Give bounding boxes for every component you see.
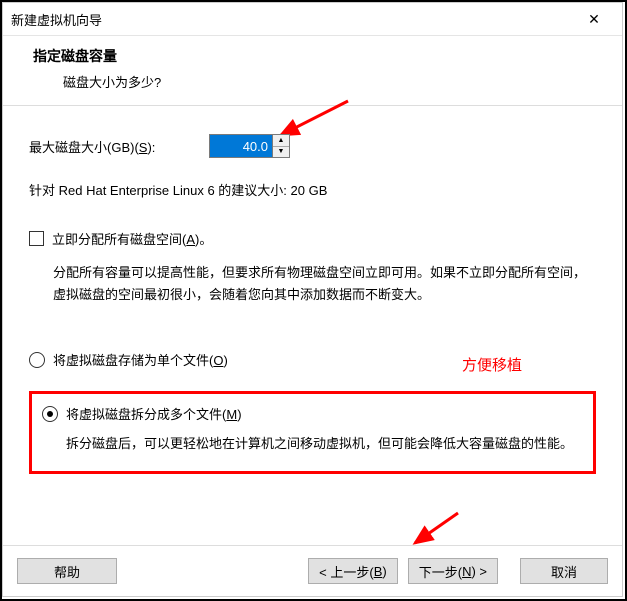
allocate-now-row: 立即分配所有磁盘空间(A)。 <box>29 229 596 248</box>
split-file-radio[interactable] <box>42 406 58 422</box>
button-bar: 帮助 < 上一步(B) 下一步(N) > 取消 <box>3 545 622 596</box>
close-icon: ✕ <box>588 11 600 28</box>
single-file-radio[interactable] <box>29 352 45 368</box>
window-title: 新建虚拟机向导 <box>11 10 102 29</box>
spinner-up-icon[interactable]: ▲ <box>273 135 289 147</box>
annotation-highlight-box: 将虚拟磁盘拆分成多个文件(M) 拆分磁盘后，可以更轻松地在计算机之间移动虚拟机，… <box>29 391 596 474</box>
back-button[interactable]: < 上一步(B) <box>308 558 398 584</box>
split-file-description: 拆分磁盘后，可以更轻松地在计算机之间移动虚拟机，但可能会降低大容量磁盘的性能。 <box>66 433 579 455</box>
wizard-window: 新建虚拟机向导 ✕ 指定磁盘容量 磁盘大小为多少? 最大磁盘大小(GB)(S): <box>0 0 627 601</box>
recommended-size-text: 针对 Red Hat Enterprise Linux 6 的建议大小: 20 … <box>29 180 596 199</box>
allocate-now-checkbox[interactable] <box>29 231 44 246</box>
allocate-now-description: 分配所有容量可以提高性能，但要求所有物理磁盘空间立即可用。如果不立即分配所有空间… <box>53 262 596 306</box>
header: 指定磁盘容量 磁盘大小为多少? <box>3 36 622 106</box>
window-inner: 新建虚拟机向导 ✕ 指定磁盘容量 磁盘大小为多少? 最大磁盘大小(GB)(S): <box>2 2 623 597</box>
single-file-label[interactable]: 将虚拟磁盘存储为单个文件(O) <box>53 350 228 369</box>
content-area: 最大磁盘大小(GB)(S): ▲ ▼ 针对 Red Hat Enterprise… <box>3 106 622 474</box>
allocate-now-label[interactable]: 立即分配所有磁盘空间(A)。 <box>52 229 212 248</box>
disk-size-spinner[interactable]: ▲ ▼ <box>209 134 290 158</box>
next-button[interactable]: 下一步(N) > <box>408 558 498 584</box>
annotation-arrow-2 <box>403 509 463 549</box>
close-button[interactable]: ✕ <box>574 5 614 33</box>
split-file-label[interactable]: 将虚拟磁盘拆分成多个文件(M) <box>66 404 242 423</box>
annotation-text: 方便移植 <box>462 354 522 375</box>
titlebar: 新建虚拟机向导 ✕ <box>3 3 622 36</box>
nav-button-group: < 上一步(B) 下一步(N) > 取消 <box>308 558 608 584</box>
spinner-down-icon[interactable]: ▼ <box>273 147 289 158</box>
page-heading: 指定磁盘容量 <box>33 46 602 66</box>
split-file-row: 将虚拟磁盘拆分成多个文件(M) <box>42 404 579 423</box>
disk-size-row: 最大磁盘大小(GB)(S): ▲ ▼ <box>29 134 596 158</box>
help-button[interactable]: 帮助 <box>17 558 117 584</box>
radio-dot-icon <box>47 411 53 417</box>
cancel-button[interactable]: 取消 <box>520 558 608 584</box>
spinner-arrows: ▲ ▼ <box>272 135 289 157</box>
disk-size-label: 最大磁盘大小(GB)(S): <box>29 137 209 156</box>
page-subheading: 磁盘大小为多少? <box>63 72 602 91</box>
disk-size-input[interactable] <box>210 135 272 157</box>
